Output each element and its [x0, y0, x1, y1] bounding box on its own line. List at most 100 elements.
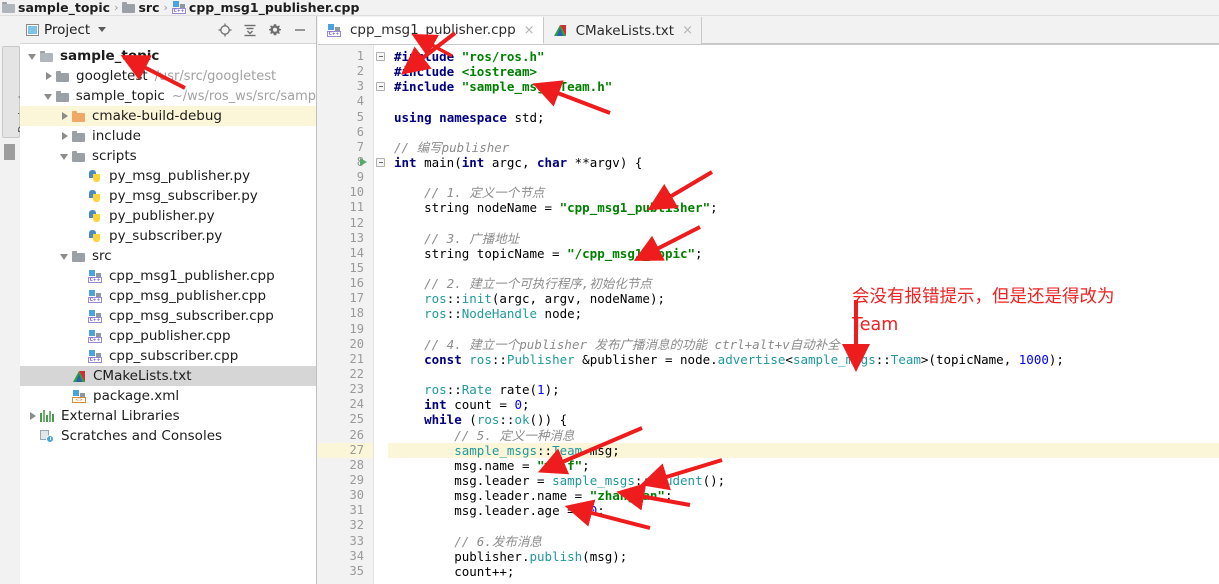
close-icon[interactable]: × — [524, 23, 535, 38]
line-number: 28 — [349, 457, 364, 472]
code-line[interactable]: int count = 0; — [388, 397, 1219, 412]
tree-item-py-subscriber-py[interactable]: py_subscriber.py — [20, 226, 316, 246]
tree-item-cmake-build-debug[interactable]: cmake-build-debug — [20, 106, 316, 126]
chevron-right-icon[interactable] — [44, 71, 53, 81]
chevron-down-icon[interactable] — [43, 92, 53, 101]
code-line[interactable]: sample_msgs::Team msg; — [388, 442, 1219, 458]
code-line[interactable] — [388, 170, 1219, 185]
code-line[interactable] — [388, 216, 1219, 231]
code-line[interactable] — [388, 367, 1219, 382]
code-editor[interactable]: 1 2 3 4 5 6 7 8 9 10 11 12 13 14 15 16 17 18 19 20 21 22 23 24 2… — [318, 45, 1219, 584]
tree-item-sample-topic[interactable]: sample_topic ~/ws/ros_ws/src/samp — [20, 86, 316, 106]
code-line[interactable]: using namespace std; — [388, 110, 1219, 125]
breadcrumb-item-project[interactable]: sample_topic — [2, 0, 110, 15]
code-line[interactable]: string nodeName = "cpp_msg1_publisher"; — [388, 200, 1219, 215]
tree-item-scripts[interactable]: scripts — [20, 146, 316, 166]
code-line[interactable] — [388, 261, 1219, 276]
tree-arrow-placeholder — [60, 372, 69, 381]
fold-collapse-icon[interactable] — [376, 82, 385, 92]
code-line[interactable] — [388, 94, 1219, 109]
tree-item-sample-topic[interactable]: sample_topic — [20, 46, 316, 66]
code-line[interactable]: #include "ros/ros.h" — [388, 49, 1219, 64]
project-panel-title-group[interactable]: Project — [26, 22, 107, 38]
code-line[interactable]: msg.name = "wolf"; — [388, 458, 1219, 473]
tree-item-scratches-and-consoles[interactable]: Scratches and Consoles — [20, 426, 316, 446]
tree-item-cpp-msg-publisher-cpp[interactable]: C++ cpp_msg_publisher.cpp — [20, 286, 316, 306]
editor-gutter[interactable]: 1 2 3 4 5 6 7 8 9 10 11 12 13 14 15 16 17 18 19 20 21 22 23 24 2… — [318, 45, 374, 584]
code-line[interactable]: // 2. 建立一个可执行程序,初始化节点 — [388, 276, 1219, 291]
fold-marker-slot — [374, 276, 388, 291]
code-line[interactable]: count++; — [388, 564, 1219, 579]
code-line[interactable]: ros::Rate rate(1); — [388, 382, 1219, 397]
code-line[interactable]: ros::NodeHandle node; — [388, 306, 1219, 321]
code-line[interactable]: // 编写publisher — [388, 140, 1219, 155]
fold-marker-slot — [374, 367, 388, 382]
code-line[interactable]: // 3. 广播地址 — [388, 231, 1219, 246]
tree-item-src[interactable]: src — [20, 246, 316, 266]
chevron-down-icon[interactable] — [60, 152, 69, 161]
code-line[interactable]: string topicName = "/cpp_msg1_topic"; — [388, 246, 1219, 261]
breadcrumb-label: sample_topic — [18, 0, 111, 15]
code-line[interactable]: const ros::Publisher &publisher = node.a… — [388, 352, 1219, 367]
fold-marker-slot — [374, 125, 388, 140]
code-line[interactable]: msg.leader = sample_msgs::Student(); — [388, 473, 1219, 488]
collapse-all-icon[interactable] — [242, 22, 258, 38]
tree-item-cpp-publisher-cpp[interactable]: C++ cpp_publisher.cpp — [20, 326, 316, 346]
editor-fold-strip[interactable] — [374, 45, 388, 584]
code-line[interactable]: #include <iostream> — [388, 64, 1219, 79]
run-gutter-icon[interactable] — [360, 158, 367, 167]
code-line[interactable]: int main(int argc, char **argv) { — [388, 155, 1219, 170]
tree-item-cpp-msg1-publisher-cpp[interactable]: C++ cpp_msg1_publisher.cpp — [20, 266, 316, 286]
breadcrumb-item-src[interactable]: src — [122, 0, 160, 15]
fold-marker-slot — [374, 473, 388, 488]
code-line[interactable]: publisher.publish(msg); — [388, 549, 1219, 564]
fold-collapse-icon[interactable] — [376, 52, 385, 61]
chevron-down-icon[interactable] — [28, 52, 37, 61]
locate-icon[interactable] — [217, 22, 233, 38]
code-line[interactable]: // 6.发布消息 — [388, 534, 1219, 549]
tree-item-external-libraries[interactable]: External Libraries — [20, 406, 316, 426]
tree-item-package-xml[interactable]: <> package.xml — [20, 386, 316, 406]
tree-item-label: cpp_msg_publisher.cpp — [109, 288, 267, 304]
tree-item-label: src — [92, 248, 112, 264]
project-tree[interactable]: sample_topic googletest/usr/src/googletes… — [20, 44, 316, 446]
code-line[interactable]: #include "sample_msgs/Team.h" — [388, 79, 1219, 94]
chevron-down-icon[interactable] — [60, 252, 69, 261]
chevron-right-icon[interactable] — [28, 411, 37, 421]
folder-icon — [2, 2, 15, 13]
chevron-down-icon[interactable] — [98, 27, 107, 32]
tree-item-cpp-subscriber-cpp[interactable]: C++ cpp_subscriber.cpp — [20, 346, 316, 366]
editor-tabbar[interactable]: C++ cpp_msg1_publisher.cpp × CMakeLists.txt… — [318, 16, 1219, 45]
chevron-right-icon[interactable] — [60, 111, 69, 121]
tree-arrow-placeholder — [76, 352, 85, 361]
code-line[interactable]: while (ros::ok()) { — [388, 412, 1219, 427]
editor-tab-cpp-msg1-publisher-cpp[interactable]: C++ cpp_msg1_publisher.cpp × — [318, 17, 544, 44]
code-line[interactable]: msg.leader.name = "zhangsan"; — [388, 488, 1219, 503]
tree-item-py-msg-subscriber-py[interactable]: py_msg_subscriber.py — [20, 186, 316, 206]
close-icon[interactable]: × — [682, 23, 693, 38]
code-line[interactable]: // 5. 定义一种消息 — [388, 428, 1219, 443]
code-line[interactable] — [388, 518, 1219, 533]
gear-icon[interactable] — [267, 22, 283, 38]
editor-tab-cmakelists-txt[interactable]: CMakeLists.txt × — [543, 17, 702, 44]
tree-item-include[interactable]: include — [20, 126, 316, 146]
tree-item-cmakelists-txt[interactable]: CMakeLists.txt — [20, 366, 316, 386]
tree-item-py-publisher-py[interactable]: py_publisher.py — [20, 206, 316, 226]
code-line[interactable]: ros::init(argc, argv, nodeName); — [388, 291, 1219, 306]
tree-item-py-msg-publisher-py[interactable]: py_msg_publisher.py — [20, 166, 316, 186]
fold-collapse-icon[interactable] — [376, 157, 385, 167]
tree-item-googletest[interactable]: googletest/usr/src/googletest — [20, 66, 316, 86]
minimize-icon[interactable] — [292, 22, 308, 38]
code-line[interactable] — [388, 322, 1219, 337]
code-line[interactable]: // 1. 定义一个节点 — [388, 185, 1219, 200]
line-number: 29 — [349, 472, 364, 487]
chevron-right-icon[interactable] — [60, 131, 69, 141]
tool-window-button-project[interactable]: Project — [2, 46, 29, 138]
code-line[interactable]: msg.leader.age = 20; — [388, 503, 1219, 518]
tree-item-cpp-msg-subscriber-cpp[interactable]: C++ cpp_msg_subscriber.cpp — [20, 306, 316, 326]
scrollbar-thumb-left[interactable] — [4, 144, 15, 160]
code-line[interactable] — [388, 125, 1219, 140]
editor-code-lines[interactable]: #include "ros/ros.h" #include <iostream> #… — [388, 45, 1219, 584]
code-line[interactable]: // 4. 建立一个publisher 发布广播消息的功能 ctrl+alt+v… — [388, 337, 1219, 352]
breadcrumb-item-file[interactable]: C++ cpp_msg1_publisher.cpp — [171, 0, 359, 15]
